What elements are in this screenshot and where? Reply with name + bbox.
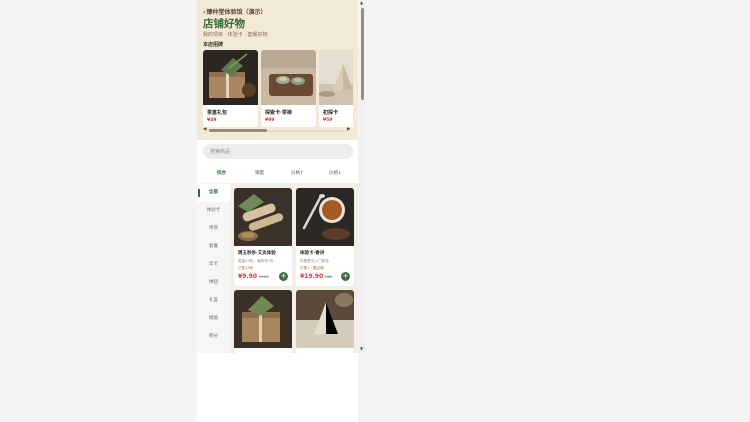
page-subtitle: 我的项目 · 体验卡 · 套餐好物 [203, 32, 268, 38]
product-card[interactable]: 体验卡·香讲 仅限首次入门体验 已售1 · 限店铺 ¥19.90 ¥80 + [296, 188, 354, 286]
search-placeholder: 搜索商品 [210, 149, 231, 155]
featured-card[interactable]: 茶盒礼包 ¥49 [203, 50, 258, 127]
tab-price-asc[interactable]: 价格↑ [291, 170, 304, 176]
product-price: ¥19.90 ¥80 [300, 273, 332, 280]
product-desc: 限量50份，每账号1份 [238, 259, 274, 263]
sidebar-item-all[interactable]: 全部 [197, 184, 230, 202]
featured-carousel[interactable]: 茶盒礼包 ¥49 探索卡·茶禅 ¥99 初探卡 ¥59 [203, 50, 353, 127]
tab-price-desc[interactable]: 价格↓ [329, 170, 342, 176]
scrollbar-thumb[interactable] [209, 129, 267, 132]
sidebar-item-gift-box[interactable]: 礼盒 [197, 292, 230, 310]
product-sold: 已售1 · 限店铺 [300, 266, 324, 270]
product-price: ¥9.90 ¥128 [238, 273, 269, 280]
featured-name: 初探卡 [323, 110, 339, 116]
featured-name: 探索卡·茶禅 [265, 110, 292, 116]
add-to-cart-button[interactable]: + [341, 272, 350, 281]
product-name: 周五秒杀·艾灸体验 [238, 251, 276, 256]
featured-name: 茶盒礼包 [207, 110, 228, 116]
gift-box-image [203, 50, 258, 105]
product-name: 体验卡·香讲 [300, 251, 325, 256]
price-original: ¥128 [258, 274, 269, 279]
featured-price: ¥99 [265, 118, 275, 123]
carousel-scrollbar[interactable]: ◀ ▶ [203, 127, 353, 133]
sidebar-item-points[interactable]: 积分 [197, 328, 230, 346]
featured-section-label: 本店招牌 [203, 42, 224, 48]
featured-card[interactable]: 初探卡 ¥59 [319, 50, 353, 127]
search-input[interactable]: 搜索商品 [203, 144, 353, 159]
product-card[interactable] [234, 290, 292, 353]
price-current: ¥19.90 [300, 273, 324, 280]
price-original: ¥80 [325, 274, 333, 279]
sidebar-item-stored-value[interactable]: 储值 [197, 310, 230, 328]
page-scrollbar-thumb[interactable] [360, 8, 364, 100]
plus-icon: + [342, 272, 349, 280]
plus-icon: + [280, 272, 287, 280]
page-title: 店铺好物 [203, 18, 245, 30]
arrow-right-icon[interactable]: ▶ [347, 127, 350, 132]
sort-tabs: 综合 销量 价格↑ 价格↓ [197, 168, 358, 180]
product-card[interactable] [296, 290, 354, 353]
sidebar-item-group-buy[interactable]: 拼团 [197, 274, 230, 292]
featured-price: ¥49 [207, 118, 217, 123]
add-to-cart-button[interactable]: + [279, 272, 288, 281]
tea-set-image [261, 50, 316, 105]
category-sidebar: 全部 体验卡 单项 套餐 年卡 拼团 礼盒 储值 积分 [197, 183, 230, 353]
sidebar-item-single[interactable]: 单项 [197, 220, 230, 238]
product-desc: 仅限首次入门体验 [300, 259, 329, 263]
product-grid: 周五秒杀·艾灸体验 限量50份，每账号1份 已售13份 ¥9.90 ¥128 + … [230, 183, 358, 353]
moxa-product-image [234, 188, 292, 246]
back-link[interactable]: ‹臻仲堂体验馆（演示） [203, 7, 267, 16]
tab-sales[interactable]: 销量 [255, 170, 264, 176]
mini-program-page: ‹臻仲堂体验馆（演示） 店铺好物 我的项目 · 体验卡 · 套餐好物 本店招牌 … [197, 0, 358, 422]
sidebar-item-trial-card[interactable]: 体验卡 [197, 202, 230, 220]
sidebar-item-annual-card[interactable]: 年卡 [197, 256, 230, 274]
featured-card[interactable]: 探索卡·茶禅 ¥99 [261, 50, 316, 127]
sidebar-item-package[interactable]: 套餐 [197, 238, 230, 256]
incense-tea-image [296, 188, 354, 246]
product-sold: 已售13份 [238, 266, 254, 270]
arrow-left-icon[interactable]: ◀ [203, 127, 206, 132]
featured-price: ¥59 [323, 118, 333, 123]
page-scrollbar[interactable]: ▲ ▼ [359, 0, 365, 352]
gift-package-image [234, 290, 292, 348]
back-label: 臻仲堂体验馆（演示） [206, 9, 267, 16]
incense-cone-image [319, 50, 353, 105]
product-card[interactable]: 周五秒杀·艾灸体验 限量50份，每账号1份 已售13份 ¥9.90 ¥128 + [234, 188, 292, 286]
tab-comprehensive[interactable]: 综合 [217, 170, 226, 176]
price-current: ¥9.90 [238, 273, 257, 280]
shop-header: ‹臻仲堂体验馆（演示） 店铺好物 我的项目 · 体验卡 · 套餐好物 本店招牌 … [197, 0, 358, 140]
arrow-down-icon[interactable]: ▼ [360, 346, 363, 351]
arrow-up-icon[interactable]: ▲ [360, 0, 363, 5]
incense-cone-product-image [296, 290, 354, 348]
